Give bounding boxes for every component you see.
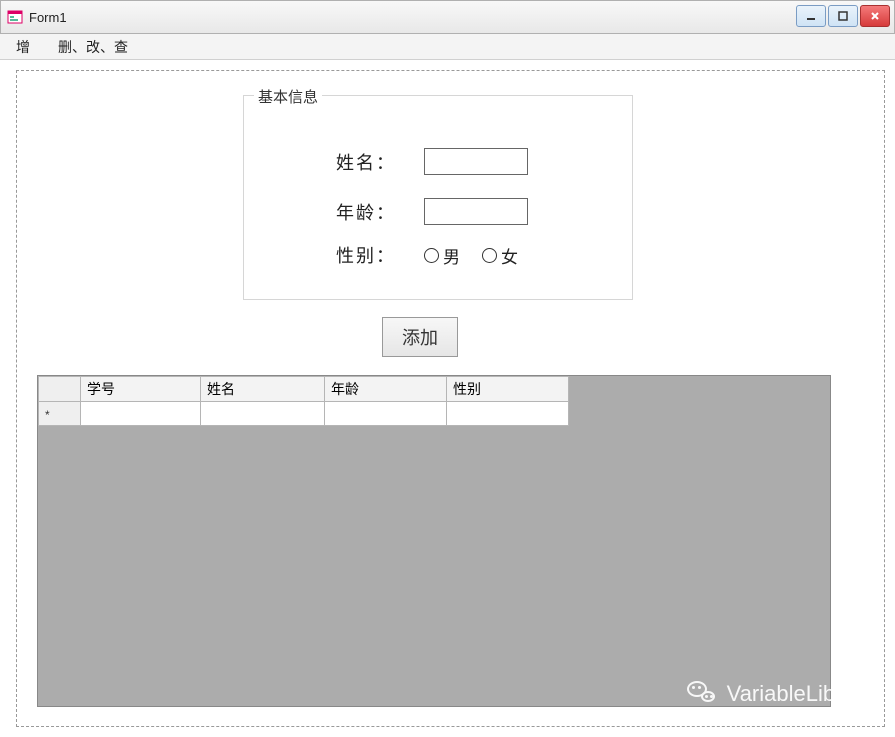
row-gender: 性别： 男 女: [336, 242, 518, 268]
radio-male[interactable]: 男: [424, 243, 460, 268]
client-area: 基本信息 姓名： 年龄： 性别： 男 女: [0, 60, 895, 737]
input-age[interactable]: [424, 198, 528, 225]
radio-male-label: 男: [443, 243, 460, 268]
data-grid[interactable]: 学号 姓名 年龄 性别 *: [37, 375, 831, 707]
cell-new-age[interactable]: [325, 402, 447, 426]
radio-female[interactable]: 女: [482, 243, 518, 268]
radio-circle-icon: [482, 248, 497, 263]
label-gender: 性别：: [336, 242, 406, 268]
radio-female-label: 女: [501, 243, 518, 268]
watermark-text: VariableLibrary: [727, 681, 873, 707]
cell-new-gender[interactable]: [447, 402, 569, 426]
row-header-new[interactable]: *: [39, 402, 81, 426]
app-icon: [7, 9, 23, 25]
add-button[interactable]: 添加: [382, 317, 458, 357]
row-name: 姓名：: [336, 148, 528, 175]
grid-table: 学号 姓名 年龄 性别 *: [38, 376, 569, 426]
wechat-icon: [687, 681, 717, 707]
col-header-age[interactable]: 年龄: [325, 377, 447, 402]
col-header-name[interactable]: 姓名: [201, 377, 325, 402]
label-name: 姓名：: [336, 149, 406, 175]
radio-circle-icon: [424, 248, 439, 263]
maximize-button[interactable]: [828, 5, 858, 27]
gender-radios: 男 女: [424, 243, 518, 268]
menubar: 增 删、改、查: [0, 34, 895, 60]
minimize-button[interactable]: [796, 5, 826, 27]
window-titlebar: Form1: [0, 0, 895, 34]
window-title: Form1: [29, 10, 67, 25]
grid-corner[interactable]: [39, 377, 81, 402]
groupbox-legend: 基本信息: [254, 86, 322, 107]
close-button[interactable]: [860, 5, 890, 27]
input-name[interactable]: [424, 148, 528, 175]
label-age: 年龄：: [336, 199, 406, 225]
menu-crud[interactable]: 删、改、查: [44, 34, 142, 59]
grid-header-row: 学号 姓名 年龄 性别: [39, 377, 569, 402]
cell-new-name[interactable]: [201, 402, 325, 426]
new-row-marker: *: [45, 408, 50, 422]
col-header-gender[interactable]: 性别: [447, 377, 569, 402]
cell-new-id[interactable]: [81, 402, 201, 426]
row-age: 年龄：: [336, 198, 528, 225]
col-header-id[interactable]: 学号: [81, 377, 201, 402]
window-controls: [796, 5, 890, 27]
designer-selection: 基本信息 姓名： 年龄： 性别： 男 女: [16, 70, 885, 727]
groupbox-basic-info: 基本信息 姓名： 年龄： 性别： 男 女: [243, 95, 633, 300]
menu-add[interactable]: 增: [2, 34, 44, 59]
watermark: VariableLibrary: [687, 681, 873, 707]
grid-new-row[interactable]: *: [39, 402, 569, 426]
